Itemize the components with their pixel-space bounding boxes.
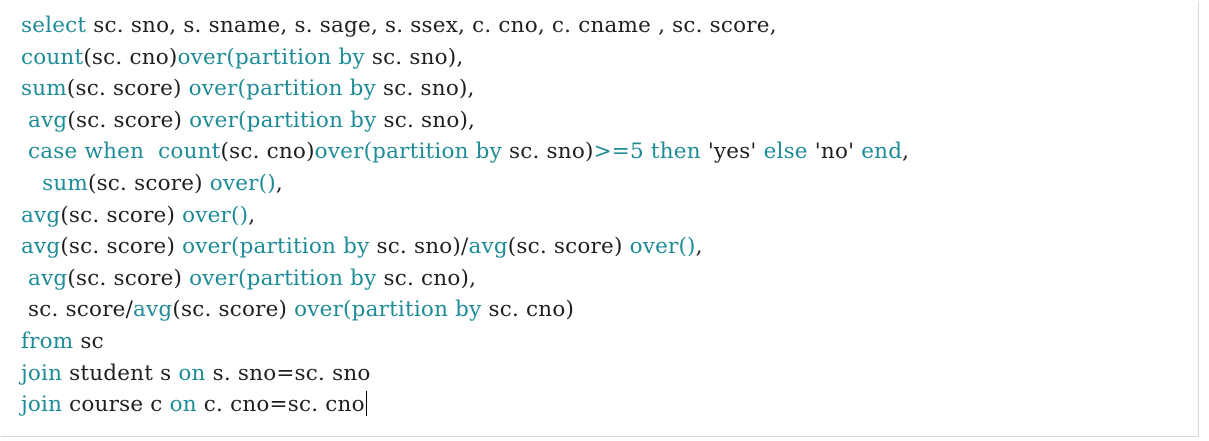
text-token: (sc. score)	[172, 297, 295, 323]
keyword-token: sum	[42, 170, 88, 196]
keyword-token: join	[21, 392, 63, 418]
code-line[interactable]: avg(sc. score) over(partition by sc. cno…	[21, 263, 909, 295]
keyword-token: over(partition by	[177, 44, 365, 70]
code-line[interactable]: from sc	[21, 326, 909, 358]
text-token: ,	[695, 234, 703, 260]
text-token: sc. sno),	[376, 107, 476, 133]
keyword-token: over(partition by	[189, 107, 377, 133]
keyword-token: avg	[21, 234, 61, 260]
keyword-token: case when count	[28, 139, 221, 165]
keyword-token: over()	[182, 202, 249, 228]
text-token: (sc. cno)	[220, 139, 315, 165]
text-token: sc. cno),	[376, 265, 477, 291]
keyword-token: else	[763, 139, 808, 165]
keyword-token: avg	[133, 297, 173, 323]
text-token: sc. sno)/	[369, 234, 469, 260]
code-line[interactable]: case when count(sc. cno)over(partition b…	[21, 136, 909, 168]
code-line[interactable]: select sc. sno, s. sname, s. sage, s. ss…	[21, 10, 909, 42]
sql-code[interactable]: select sc. sno, s. sname, s. sage, s. ss…	[21, 10, 909, 421]
keyword-token: join	[21, 360, 63, 386]
keyword-token: avg	[28, 107, 68, 133]
code-line[interactable]: join student s on s. sno=sc. sno	[21, 358, 909, 390]
keyword-token: from	[21, 328, 74, 354]
text-token: course c	[62, 392, 170, 418]
keyword-token: over(partition by	[188, 76, 376, 102]
text-token: (sc. cno)	[83, 44, 178, 70]
text-token: s. sno=sc. sno	[205, 360, 371, 386]
text-token: (sc. score)	[67, 107, 190, 133]
keyword-token: over(partition by	[314, 139, 502, 165]
text-token: (sc. score)	[67, 265, 190, 291]
code-line[interactable]: sum(sc. score) over(),	[21, 168, 909, 200]
text-token: sc	[73, 328, 104, 354]
text-token: sc. sno),	[364, 44, 464, 70]
keyword-token: over(partition by	[189, 265, 377, 291]
text-token: sc. sno, s. sname, s. sage, s. ssex, c. …	[86, 13, 777, 38]
text-token: sc. score/	[21, 297, 134, 323]
code-line[interactable]: sum(sc. score) over(partition by sc. sno…	[21, 73, 909, 105]
text-token: ,	[248, 202, 256, 228]
text-token: (sc. score)	[66, 76, 189, 102]
text-token: sc. sno)	[501, 139, 594, 165]
text-token: sc. sno),	[375, 76, 475, 102]
keyword-token: over(partition by	[182, 234, 370, 260]
text-token: student s	[62, 360, 179, 386]
text-token: 'no'	[807, 139, 862, 165]
text-caret	[365, 391, 368, 417]
keyword-token: over()	[629, 234, 696, 260]
text-token: (sc. score)	[507, 234, 630, 260]
sql-editor[interactable]: select sc. sno, s. sname, s. sage, s. ss…	[1, 1, 1199, 437]
code-line[interactable]: join course c on c. cno=sc. cno	[21, 389, 909, 421]
keyword-token: select	[21, 13, 87, 38]
keyword-token: over(partition by	[294, 297, 482, 323]
keyword-token: avg	[468, 234, 508, 260]
text-token: ,	[902, 139, 910, 165]
keyword-token: over()	[209, 170, 276, 196]
keyword-token: on	[178, 360, 206, 386]
text-token: 'yes'	[700, 139, 764, 165]
code-line[interactable]: count(sc. cno)over(partition by sc. sno)…	[21, 42, 909, 74]
keyword-token: on	[169, 392, 197, 418]
keyword-token: sum	[21, 76, 67, 102]
text-token: (sc. score)	[87, 170, 210, 196]
code-line[interactable]: avg(sc. score) over(partition by sc. sno…	[21, 231, 909, 263]
text-token: ,	[275, 170, 283, 196]
keyword-token: avg	[28, 265, 68, 291]
text-token: c. cno=sc. cno	[196, 392, 365, 418]
text-token: (sc. score)	[60, 234, 183, 260]
code-line[interactable]: avg(sc. score) over(partition by sc. sno…	[21, 105, 909, 137]
keyword-token: avg	[21, 202, 61, 228]
code-line[interactable]: avg(sc. score) over(),	[21, 200, 909, 232]
text-token: (sc. score)	[60, 202, 183, 228]
text-token: sc. cno)	[481, 297, 575, 323]
keyword-token: end	[861, 139, 903, 165]
keyword-token: count	[21, 44, 84, 70]
keyword-token: >=5 then	[593, 139, 701, 165]
code-line[interactable]: sc. score/avg(sc. score) over(partition …	[21, 294, 909, 326]
